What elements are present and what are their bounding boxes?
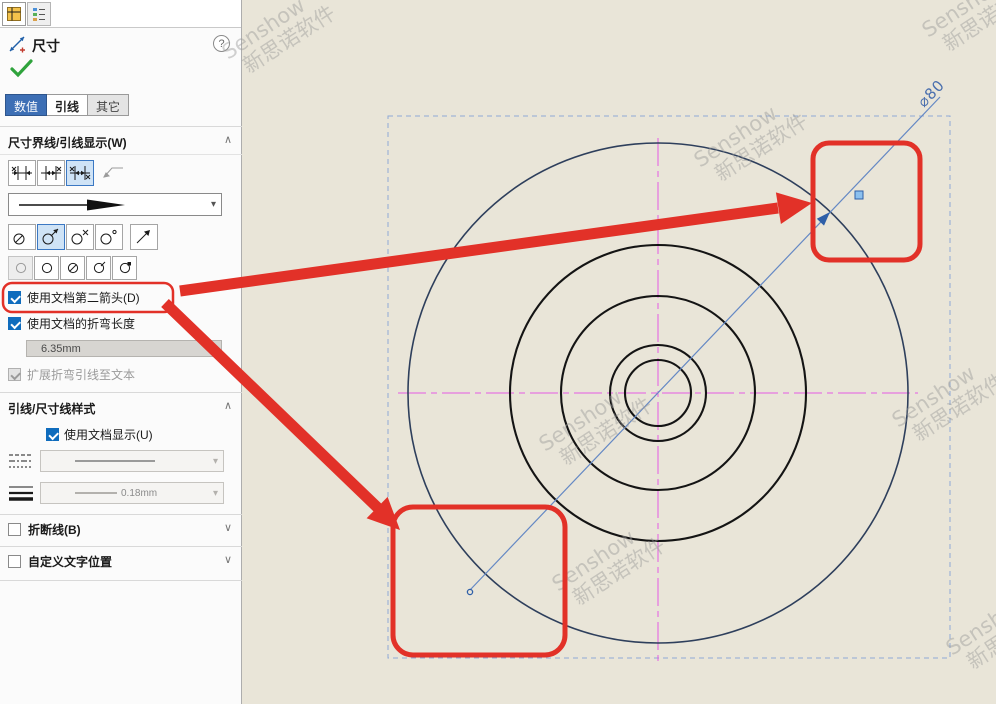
list-icon xyxy=(31,6,47,22)
circle-slash-style-icon xyxy=(66,261,80,275)
divider xyxy=(0,126,242,127)
tab-leaders[interactable]: 引线 xyxy=(47,94,88,116)
propertymanager-icon xyxy=(6,6,22,22)
leader-style-4-button[interactable] xyxy=(95,224,123,250)
panel-tabs: 数值 引线 其它 xyxy=(5,94,129,116)
expand-break-line-chevron[interactable]: ∨ xyxy=(221,521,235,534)
bend-length-label[interactable]: 使用文档的折弯长度 xyxy=(27,315,135,332)
arrows-outside-icon xyxy=(11,165,33,181)
circle-cross-leader-icon xyxy=(70,228,90,246)
divider xyxy=(0,154,242,155)
tab-propertymanager[interactable] xyxy=(2,2,26,26)
collapse-witness-chevron[interactable]: ∧ xyxy=(221,133,235,146)
dot-style-1-button[interactable] xyxy=(8,256,33,280)
dimension-icon xyxy=(6,33,28,55)
divider xyxy=(0,580,242,581)
leader-style-3-button[interactable] xyxy=(66,224,94,250)
dot-style-5-button[interactable] xyxy=(112,256,137,280)
line-style-sample xyxy=(75,460,155,462)
collapse-leader-style-chevron[interactable]: ∧ xyxy=(221,399,235,412)
witness-section-title: 尺寸界线/引线显示(W) xyxy=(8,134,127,151)
arrows-smart-button[interactable] xyxy=(66,160,94,186)
divider xyxy=(0,546,242,547)
diagonal-arrow-icon xyxy=(134,228,154,246)
arrow-style-dropdown[interactable]: ▾ xyxy=(8,193,222,216)
dot-style-3-button[interactable] xyxy=(60,256,85,280)
arrow-style-sample xyxy=(15,198,145,212)
drawing-sheet xyxy=(242,0,996,704)
extend-bend-checkbox[interactable] xyxy=(8,368,21,381)
chevron-down-icon: ▾ xyxy=(208,199,219,210)
break-line-section-title: 折断线(B) xyxy=(28,521,81,538)
circle-dot-leader-icon xyxy=(99,228,119,246)
line-style-dropdown[interactable]: ▾ xyxy=(40,450,224,472)
property-manager-panel: 尺寸 ? 数值 引线 其它 尺寸界线/引线显示(W) ∧ xyxy=(0,0,242,704)
foreshortened-leader-icon xyxy=(102,162,126,180)
second-arrow-label[interactable]: 使用文档第二箭头(D) xyxy=(27,289,140,306)
chevron-down-icon: ▾ xyxy=(210,488,221,499)
custom-text-position-title: 自定义文字位置 xyxy=(28,553,112,570)
line-style-icon xyxy=(8,452,34,470)
bend-length-input[interactable]: 6.35mm xyxy=(26,340,222,357)
line-thickness-icon xyxy=(8,484,34,502)
witness-toggle-button[interactable] xyxy=(130,224,158,250)
arrows-inside-button[interactable] xyxy=(37,160,65,186)
break-line-checkbox[interactable] xyxy=(8,523,21,536)
leader-style-2-button[interactable] xyxy=(37,224,65,250)
dot-style-4-button[interactable] xyxy=(86,256,111,280)
second-arrow-checkbox[interactable] xyxy=(8,291,21,304)
expand-custom-text-chevron[interactable]: ∨ xyxy=(221,553,235,566)
use-document-display-checkbox[interactable] xyxy=(46,428,59,441)
panel-tab-strip xyxy=(0,0,241,28)
app-window: 尺寸 ? 数值 引线 其它 尺寸界线/引线显示(W) ∧ xyxy=(0,0,996,704)
bend-length-checkbox[interactable] xyxy=(8,317,21,330)
thickness-sample xyxy=(75,492,117,494)
leader-style-section-title: 引线/尺寸线样式 xyxy=(8,400,95,417)
arrows-smart-icon xyxy=(69,165,91,181)
circle-leader-icon xyxy=(12,228,32,246)
ok-button[interactable] xyxy=(9,58,35,78)
circle-style-icon xyxy=(40,261,54,275)
tab-other[interactable]: 其它 xyxy=(88,94,129,116)
help-icon[interactable]: ? xyxy=(213,35,230,52)
arrows-outside-button[interactable] xyxy=(8,160,36,186)
custom-text-position-checkbox[interactable] xyxy=(8,555,21,568)
tab-value[interactable]: 数值 xyxy=(5,94,47,116)
line-thickness-dropdown[interactable]: 0.18mm ▾ xyxy=(40,482,224,504)
use-document-display-label[interactable]: 使用文档显示(U) xyxy=(64,426,153,443)
page-title: 尺寸 xyxy=(32,36,60,56)
circle-style-icon xyxy=(14,261,28,275)
divider xyxy=(0,514,242,515)
dot-style-2-button[interactable] xyxy=(34,256,59,280)
circle-square-style-icon xyxy=(118,261,132,275)
circle-arrow-style-icon xyxy=(92,261,106,275)
leader-style-1-button[interactable] xyxy=(8,224,36,250)
divider xyxy=(0,392,242,393)
circle-arrow-leader-icon xyxy=(41,228,61,246)
thickness-value: 0.18mm xyxy=(121,488,157,499)
arrows-inside-icon xyxy=(40,165,62,181)
chevron-down-icon: ▾ xyxy=(210,456,221,467)
extend-bend-label: 扩展折弯引线至文本 xyxy=(27,366,135,383)
tab-configuration[interactable] xyxy=(27,2,51,26)
